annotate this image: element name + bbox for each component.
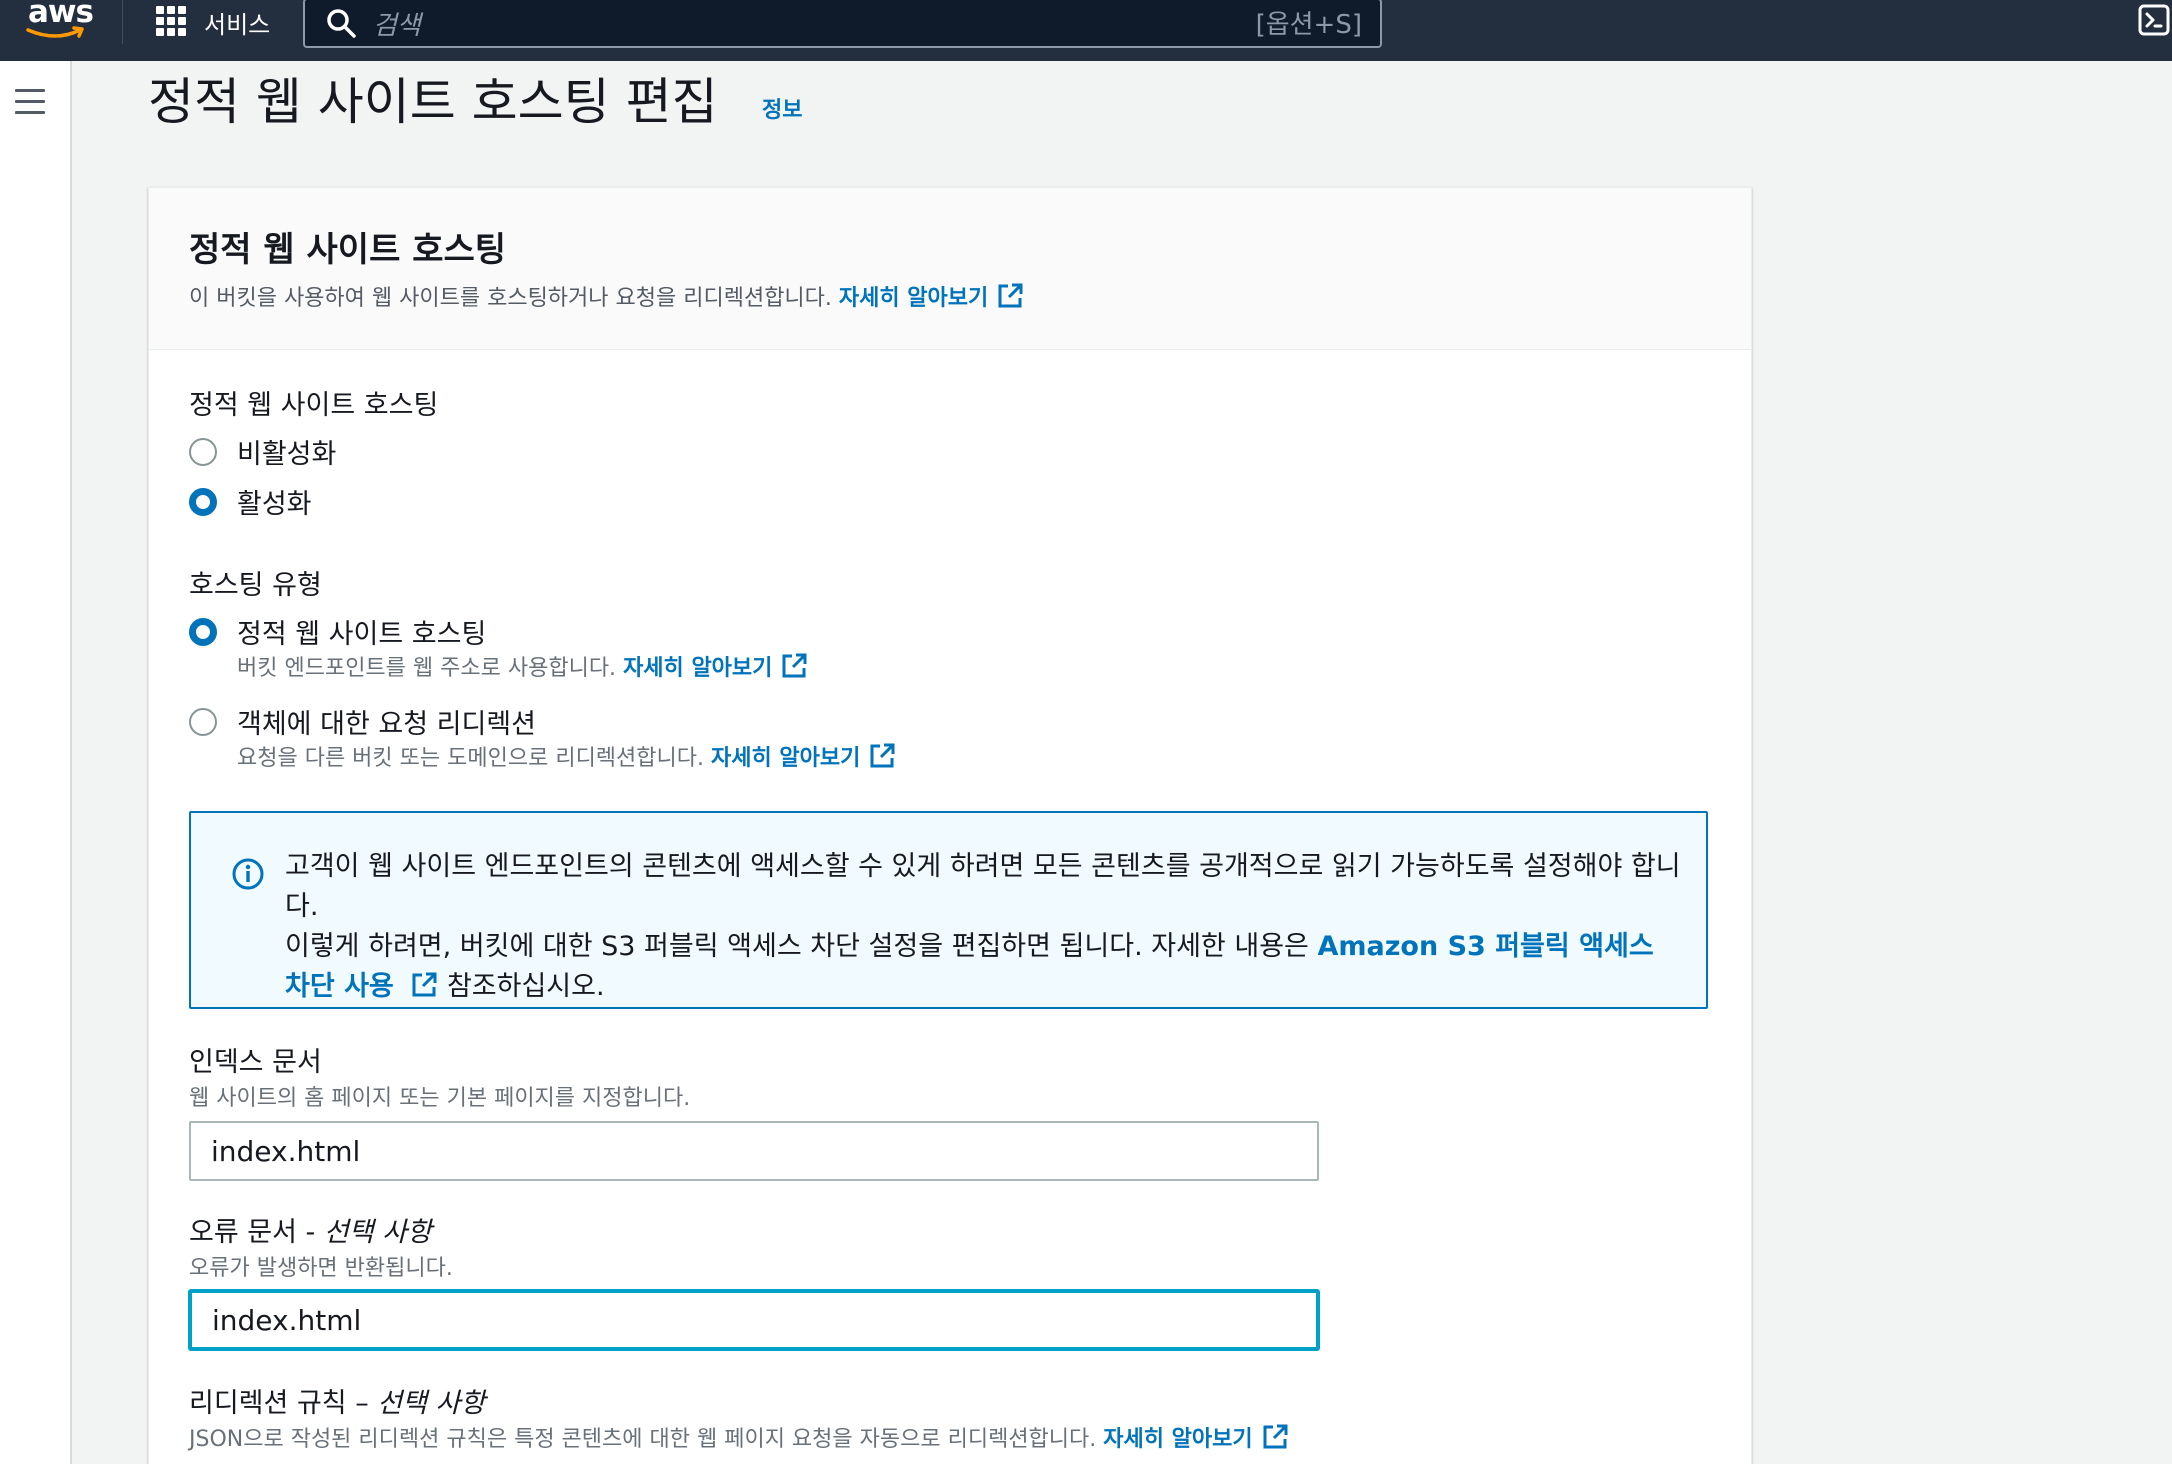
- search-shortcut: [옵션+S]: [1255, 10, 1362, 40]
- grid-icon: [156, 6, 188, 38]
- index-document-description: 웹 사이트의 홈 페이지 또는 기본 페이지를 지정합니다.: [189, 1086, 691, 1111]
- top-navigation: aws 서비스 검색 [옵션+S]: [0, 0, 2172, 61]
- error-document-input[interactable]: index.html: [189, 1290, 1319, 1350]
- radio-redirect-label: 객체에 대한 요청 리디렉션: [237, 709, 536, 740]
- radio-static-hosting-label: 정적 웹 사이트 호스팅: [237, 619, 487, 650]
- redirect-description-text: 요청을 다른 버킷 또는 도메인으로 리디렉션합니다.: [237, 746, 705, 771]
- nav-divider: [122, 0, 123, 44]
- radio-static-hosting-circle[interactable]: [189, 617, 217, 646]
- error-document-optional: 선택 사항: [323, 1217, 432, 1248]
- radio-enable-circle[interactable]: [189, 487, 217, 516]
- index-document-label: 인덱스 문서: [189, 1047, 322, 1078]
- search-input[interactable]: 검색 [옵션+S]: [303, 0, 1382, 48]
- info-alert-line1: 고객이 웹 사이트 엔드포인트의 콘텐츠에 액세스할 수 있게 하려면 모든 콘…: [285, 851, 1681, 922]
- info-link[interactable]: 정보: [762, 92, 802, 124]
- redirect-learn-more-link[interactable]: 자세히 알아보기: [711, 740, 860, 772]
- radio-disable[interactable]: 비활성화: [189, 432, 336, 471]
- external-link-icon: [1263, 1424, 1288, 1449]
- static-hosting-description: 버킷 엔드포인트를 웹 주소로 사용합니다. 자세히 알아보기: [237, 650, 808, 682]
- page-title: 정적 웹 사이트 호스팅 편집: [148, 73, 718, 131]
- hosting-label: 정적 웹 사이트 호스팅: [189, 390, 439, 421]
- panel-header: 정적 웹 사이트 호스팅 이 버킷을 사용하여 웹 사이트를 호스팅하거나 요청…: [149, 188, 1751, 350]
- external-link-icon: [782, 653, 807, 678]
- redirect-rules-description: JSON으로 작성된 리디렉션 규칙은 특정 콘텐츠에 대한 웹 페이지 요청을…: [189, 1421, 1289, 1453]
- external-link-icon: [412, 972, 437, 997]
- panel-description: 이 버킷을 사용하여 웹 사이트를 호스팅하거나 요청을 리디렉션합니다. 자세…: [189, 280, 1024, 312]
- panel-description-text: 이 버킷을 사용하여 웹 사이트를 호스팅하거나 요청을 리디렉션합니다.: [189, 286, 832, 311]
- redirect-rules-label: 리디렉션 규칙 – 선택 사항: [189, 1381, 485, 1420]
- hosting-type-label: 호스팅 유형: [189, 570, 322, 601]
- static-hosting-description-text: 버킷 엔드포인트를 웹 주소로 사용합니다.: [237, 656, 617, 681]
- redirect-rules-description-text: JSON으로 작성된 리디렉션 규칙은 특정 콘텐츠에 대한 웹 페이지 요청을…: [189, 1427, 1097, 1452]
- external-link-icon: [870, 743, 895, 768]
- aws-smile-icon: [26, 26, 84, 38]
- info-alert: 고객이 웹 사이트 엔드포인트의 콘텐츠에 액세스할 수 있게 하려면 모든 콘…: [189, 811, 1708, 1009]
- redirect-rules-optional: 선택 사항: [377, 1388, 486, 1419]
- external-link-icon: [998, 283, 1023, 308]
- static-hosting-panel: 정적 웹 사이트 호스팅 이 버킷을 사용하여 웹 사이트를 호스팅하거나 요청…: [148, 187, 1752, 1464]
- radio-redirect[interactable]: 객체에 대한 요청 리디렉션: [189, 702, 536, 741]
- services-label: 서비스: [204, 10, 271, 39]
- radio-static-hosting[interactable]: 정적 웹 사이트 호스팅: [189, 612, 486, 651]
- radio-enable[interactable]: 활성화: [189, 482, 312, 521]
- radio-disable-label: 비활성화: [237, 439, 337, 470]
- info-alert-text: 고객이 웹 사이트 엔드포인트의 콘텐츠에 액세스할 수 있게 하려면 모든 콘…: [285, 847, 1685, 1007]
- static-hosting-learn-more-link[interactable]: 자세히 알아보기: [623, 650, 772, 682]
- info-alert-line2: 이렇게 하려면, 버킷에 대한 S3 퍼블릭 액세스 차단 설정을 편집하면 됩…: [285, 931, 1318, 962]
- services-menu-button[interactable]: 서비스: [156, 0, 270, 44]
- search-icon: [327, 9, 356, 38]
- redirect-rules-label-text: 리디렉션 규칙 –: [189, 1388, 378, 1419]
- error-document-label-text: 오류 문서 -: [189, 1217, 324, 1248]
- menu-icon[interactable]: [15, 89, 45, 115]
- error-document-label: 오류 문서 - 선택 사항: [189, 1210, 432, 1249]
- redirect-description: 요청을 다른 버킷 또는 도메인으로 리디렉션합니다. 자세히 알아보기: [237, 740, 896, 772]
- redirect-rules-learn-more-link[interactable]: 자세히 알아보기: [1103, 1421, 1252, 1453]
- info-icon: [232, 858, 264, 890]
- radio-enable-label: 활성화: [237, 489, 312, 520]
- radio-disable-circle[interactable]: [189, 437, 217, 466]
- search-placeholder: 검색: [373, 10, 421, 41]
- index-document-input[interactable]: index.html: [189, 1121, 1319, 1181]
- error-document-description: 오류가 발생하면 반환됩니다.: [189, 1256, 453, 1281]
- cloudshell-icon[interactable]: [2138, 4, 2170, 36]
- side-navigation-rail: [0, 61, 72, 1464]
- learn-more-link[interactable]: 자세히 알아보기: [839, 280, 988, 312]
- info-alert-suffix: 참조하십시오.: [438, 971, 605, 1002]
- radio-redirect-circle[interactable]: [189, 707, 217, 736]
- panel-title: 정적 웹 사이트 호스팅: [189, 230, 507, 270]
- aws-logo[interactable]: aws: [22, 0, 94, 48]
